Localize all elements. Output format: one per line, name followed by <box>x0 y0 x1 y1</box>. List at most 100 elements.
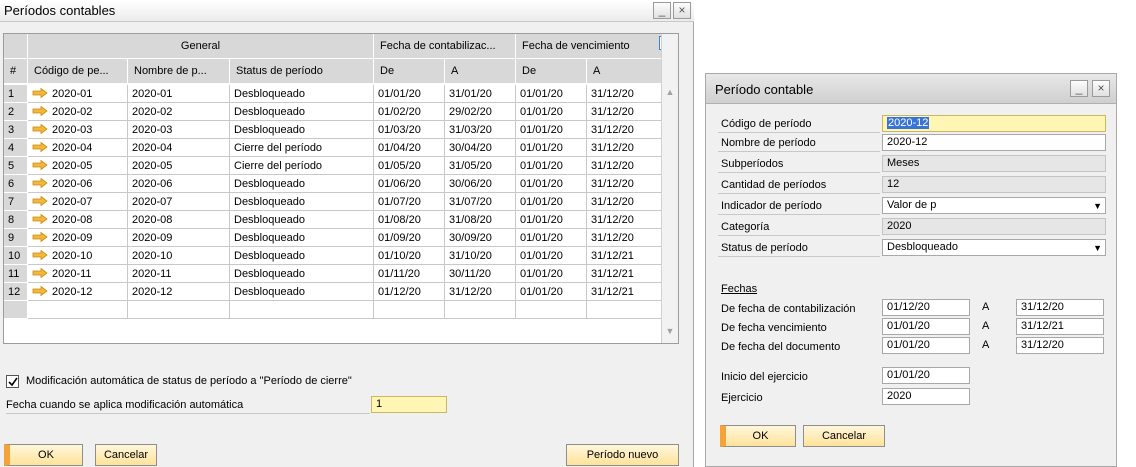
cell-posting-from[interactable]: 01/11/20 <box>374 265 445 283</box>
cell-posting-from[interactable]: 01/01/20 <box>374 85 445 103</box>
cell-posting-to[interactable] <box>445 301 516 319</box>
chevron-down-icon[interactable]: ▼ <box>1093 199 1102 213</box>
link-arrow-icon[interactable] <box>32 88 48 98</box>
cell-posting-from[interactable]: 01/10/20 <box>374 247 445 265</box>
cell-status[interactable]: Desbloqueado <box>230 265 374 283</box>
chevron-down-icon[interactable]: ▼ <box>1093 241 1102 255</box>
cell-due-from[interactable]: 01/01/20 <box>516 247 587 265</box>
cell-due-to[interactable]: 31/12/20 <box>587 85 662 103</box>
cell-posting-to[interactable]: 30/06/20 <box>445 175 516 193</box>
cell-due-from[interactable]: 01/01/20 <box>516 139 587 157</box>
cell-name[interactable]: 2020-10 <box>128 247 230 265</box>
detail-minimize-button[interactable]: _ <box>1070 80 1088 97</box>
grid-scrollbar[interactable]: ▲ ▼ <box>661 34 678 343</box>
cell-code[interactable]: 2020-12 <box>28 283 128 301</box>
new-period-button[interactable]: Período nuevo <box>566 444 679 466</box>
fy-start-field[interactable]: 01/01/20 <box>882 367 970 384</box>
col-name-header[interactable]: Nombre de p... <box>128 59 230 84</box>
doc-from-field[interactable]: 01/01/20 <box>882 337 970 354</box>
posting-to-field[interactable]: 31/12/20 <box>1016 299 1104 316</box>
table-row[interactable]: 6 2020-06 2020-06 Desbloqueado 01/06/20 30/06… <box>4 175 662 193</box>
cell-due-from[interactable]: 01/01/20 <box>516 211 587 229</box>
cell-due-to[interactable]: 31/12/20 <box>587 157 662 175</box>
cell-status[interactable]: Desbloqueado <box>230 283 374 301</box>
cell-due-from[interactable]: 01/01/20 <box>516 283 587 301</box>
cell-posting-from[interactable]: 01/04/20 <box>374 139 445 157</box>
cell-name[interactable]: 2020-05 <box>128 157 230 175</box>
link-arrow-icon[interactable] <box>32 160 48 170</box>
cell-code[interactable]: 2020-10 <box>28 247 128 265</box>
cell-due-to[interactable]: 31/12/20 <box>587 211 662 229</box>
detail-close-button[interactable]: × <box>1092 80 1110 97</box>
due-to-field[interactable]: 31/12/21 <box>1016 318 1104 335</box>
cell-code[interactable]: 2020-07 <box>28 193 128 211</box>
cell-due-to[interactable]: 31/12/20 <box>587 139 662 157</box>
cell-name[interactable]: 2020-08 <box>128 211 230 229</box>
col-due-from-header[interactable]: De <box>516 59 587 84</box>
link-arrow-icon[interactable] <box>32 286 48 296</box>
scroll-up-icon[interactable]: ▲ <box>664 86 676 98</box>
cell-posting-to[interactable]: 30/11/20 <box>445 265 516 283</box>
due-from-field[interactable]: 01/01/20 <box>882 318 970 335</box>
cell-status[interactable]: Desbloqueado <box>230 103 374 121</box>
auto-change-checkbox[interactable] <box>6 375 19 388</box>
link-arrow-icon[interactable] <box>32 250 48 260</box>
table-row[interactable]: 2 2020-02 2020-02 Desbloqueado 01/02/20 29/02… <box>4 103 662 121</box>
link-arrow-icon[interactable] <box>32 142 48 152</box>
cell-due-to[interactable] <box>587 301 662 319</box>
table-row[interactable]: 10 2020-10 2020-10 Desbloqueado 01/10/20 31/1… <box>4 247 662 265</box>
cell-status[interactable]: Cierre del período <box>230 139 374 157</box>
cell-posting-to[interactable]: 30/04/20 <box>445 139 516 157</box>
cell-posting-from[interactable]: 01/09/20 <box>374 229 445 247</box>
cell-due-to[interactable]: 31/12/20 <box>587 103 662 121</box>
cell-posting-to[interactable]: 29/02/20 <box>445 103 516 121</box>
close-button[interactable]: × <box>673 2 691 19</box>
col-due-to-header[interactable]: A <box>587 59 662 84</box>
cell-code[interactable]: 2020-01 <box>28 85 128 103</box>
table-row[interactable]: 9 2020-09 2020-09 Desbloqueado 01/09/20 30/09… <box>4 229 662 247</box>
cell-name[interactable]: 2020-11 <box>128 265 230 283</box>
cell-posting-from[interactable]: 01/03/20 <box>374 121 445 139</box>
cell-status[interactable]: Desbloqueado <box>230 85 374 103</box>
doc-to-field[interactable]: 31/12/20 <box>1016 337 1104 354</box>
cell-code[interactable]: 2020-08 <box>28 211 128 229</box>
cell-name[interactable]: 2020-01 <box>128 85 230 103</box>
col-posting-from-header[interactable]: De <box>374 59 445 84</box>
detail-cancel-button[interactable]: Cancelar <box>803 425 885 447</box>
cell-due-from[interactable] <box>516 301 587 319</box>
cell-code[interactable]: 2020-06 <box>28 175 128 193</box>
ok-button[interactable]: OK <box>4 444 83 466</box>
table-row[interactable]: 7 2020-07 2020-07 Desbloqueado 01/07/20 31/07… <box>4 193 662 211</box>
col-code-header[interactable]: Código de pe... <box>28 59 128 84</box>
cell-code[interactable]: 2020-11 <box>28 265 128 283</box>
cell-due-from[interactable]: 01/01/20 <box>516 103 587 121</box>
minimize-button[interactable]: _ <box>653 2 671 19</box>
cell-name[interactable]: 2020-04 <box>128 139 230 157</box>
table-row[interactable]: 12 2020-12 2020-12 Desbloqueado 01/12/20 31/1… <box>4 283 662 301</box>
cell-due-from[interactable]: 01/01/20 <box>516 121 587 139</box>
cell-status[interactable]: Desbloqueado <box>230 121 374 139</box>
period-detail-titlebar[interactable]: Período contable _ × <box>706 74 1116 104</box>
cell-posting-to[interactable]: 31/07/20 <box>445 193 516 211</box>
cell-code[interactable]: 2020-02 <box>28 103 128 121</box>
table-row[interactable]: 8 2020-08 2020-08 Desbloqueado 01/08/20 31/08… <box>4 211 662 229</box>
cell-status[interactable]: Desbloqueado <box>230 193 374 211</box>
link-arrow-icon[interactable] <box>32 268 48 278</box>
cell-code[interactable]: 2020-04 <box>28 139 128 157</box>
cell-name[interactable] <box>128 301 230 319</box>
status-select[interactable]: Desbloqueado ▼ <box>882 239 1106 256</box>
periods-window-titlebar[interactable]: Períodos contables _ × <box>0 0 694 22</box>
cell-code[interactable] <box>28 301 128 319</box>
code-field[interactable]: 2020-12 <box>882 115 1106 132</box>
cell-name[interactable]: 2020-02 <box>128 103 230 121</box>
cell-posting-to[interactable]: 31/03/20 <box>445 121 516 139</box>
link-arrow-icon[interactable] <box>32 124 48 134</box>
table-row-empty[interactable] <box>4 301 662 319</box>
cell-posting-from[interactable]: 01/08/20 <box>374 211 445 229</box>
cell-due-to[interactable]: 31/12/21 <box>587 283 662 301</box>
cell-posting-to[interactable]: 31/10/20 <box>445 247 516 265</box>
auto-change-date-field[interactable]: 1 <box>371 396 447 413</box>
cell-posting-to[interactable]: 31/01/20 <box>445 85 516 103</box>
cell-due-to[interactable]: 31/12/20 <box>587 175 662 193</box>
cell-due-to[interactable]: 31/12/20 <box>587 193 662 211</box>
